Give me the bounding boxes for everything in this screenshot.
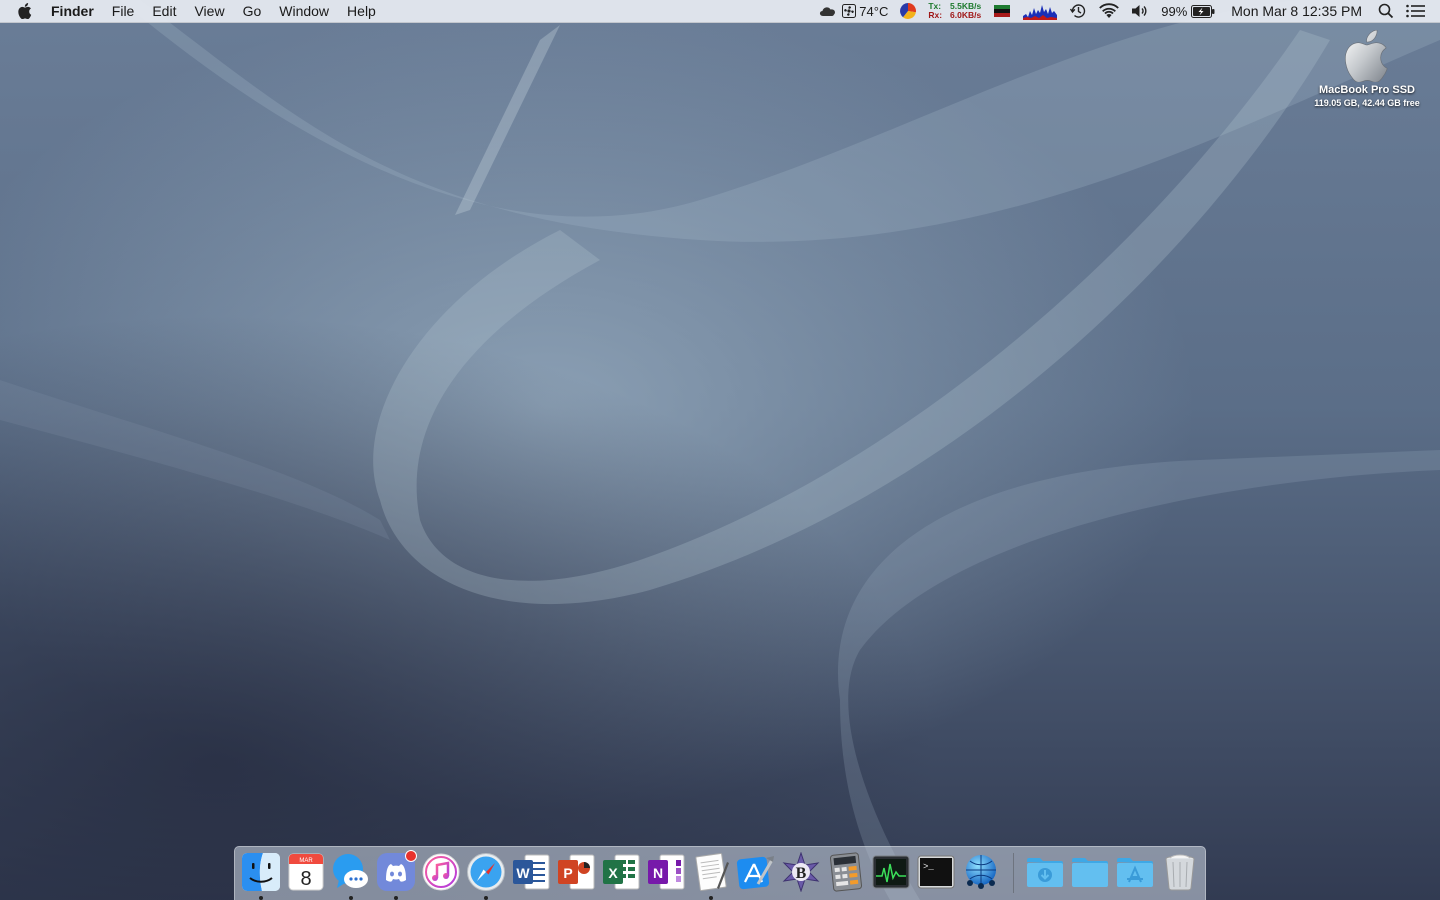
fan-temperature-status[interactable]: 74°C — [840, 0, 894, 22]
fan-icon — [842, 4, 857, 18]
time-machine-icon[interactable] — [1063, 0, 1093, 22]
desktop-wallpaper — [0, 0, 1440, 900]
battery-charging-icon — [1191, 4, 1215, 18]
menu-file[interactable]: File — [103, 0, 144, 22]
calendar-day: 8 — [300, 868, 311, 890]
trash-icon[interactable] — [1160, 852, 1200, 892]
dock-separator — [1013, 853, 1014, 893]
calendar-icon[interactable]: MAR 8 — [286, 852, 326, 892]
svg-text:P: P — [563, 865, 572, 881]
finder-icon[interactable] — [241, 852, 281, 900]
battery-status[interactable]: 99% — [1155, 0, 1221, 22]
menu-app-name[interactable]: Finder — [42, 0, 103, 22]
menu-bar: Finder File Edit View Go Window Help 74°… — [0, 0, 1440, 23]
downloads-folder-icon[interactable] — [1025, 852, 1065, 892]
svg-text:W: W — [516, 865, 530, 881]
terminal-icon[interactable]: >_ — [916, 852, 956, 892]
activity-monitor-icon[interactable] — [871, 852, 911, 892]
xcode-icon[interactable] — [736, 852, 776, 892]
documents-folder-icon[interactable] — [1070, 852, 1110, 892]
notification-center-icon[interactable] — [1400, 0, 1440, 22]
menu-go[interactable]: Go — [234, 0, 271, 22]
desktop-drive[interactable]: MacBook Pro SSD 119.05 GB, 42.44 GB free — [1300, 30, 1434, 108]
network-app-icon[interactable] — [961, 852, 1001, 892]
cloud-icon[interactable] — [812, 0, 840, 22]
running-indicator — [259, 896, 263, 900]
network-rate-status[interactable]: Tx: Rx: 5.5KB/s 6.0KB/s — [922, 0, 987, 22]
running-indicator — [349, 896, 353, 900]
dock: MAR 8 W P X N B >_ — [234, 846, 1206, 900]
rx-label: Rx: — [928, 10, 943, 20]
svg-text:N: N — [653, 865, 663, 881]
spotlight-search-icon[interactable] — [1372, 0, 1400, 22]
svg-text:X: X — [608, 865, 618, 881]
bbedit-icon[interactable]: B — [781, 852, 821, 892]
running-indicator — [484, 896, 488, 900]
discord-icon[interactable] — [376, 850, 417, 900]
onenote-icon[interactable]: N — [646, 852, 686, 892]
running-indicator — [709, 896, 713, 900]
memory-meter-icon[interactable] — [987, 0, 1017, 22]
excel-icon[interactable]: X — [601, 852, 641, 892]
running-indicator — [394, 896, 398, 900]
menu-edit[interactable]: Edit — [143, 0, 185, 22]
powerpoint-icon[interactable]: P — [556, 852, 596, 892]
drive-info: 119.05 GB, 42.44 GB free — [1314, 98, 1420, 108]
applications-folder-icon[interactable] — [1115, 852, 1155, 892]
calendar-month: MAR — [299, 858, 313, 864]
textedit-icon[interactable] — [691, 852, 731, 900]
battery-percent: 99% — [1161, 3, 1188, 19]
svg-text:>_: >_ — [923, 862, 934, 872]
menu-view[interactable]: View — [185, 0, 233, 22]
cpu-graph-icon[interactable] — [1017, 0, 1063, 22]
calculator-icon[interactable] — [826, 852, 866, 892]
temperature-value: 74°C — [859, 3, 889, 19]
clock[interactable]: Mon Mar 8 12:35 PM — [1221, 0, 1372, 22]
itunes-icon[interactable] — [421, 852, 461, 892]
notification-badge — [405, 850, 417, 862]
messenger-icon[interactable] — [331, 852, 371, 900]
safari-icon[interactable] — [466, 852, 506, 900]
color-wheel-icon[interactable] — [894, 0, 922, 22]
apple-logo-icon — [1345, 30, 1388, 82]
rx-rate: 6.0KB/s — [950, 10, 982, 20]
word-icon[interactable]: W — [511, 852, 551, 892]
volume-icon[interactable] — [1125, 0, 1155, 22]
menu-help[interactable]: Help — [338, 0, 385, 22]
drive-name: MacBook Pro SSD — [1319, 84, 1415, 96]
wifi-icon[interactable] — [1093, 0, 1125, 22]
menu-window[interactable]: Window — [270, 0, 338, 22]
svg-text:B: B — [796, 865, 807, 882]
apple-menu-icon[interactable] — [0, 0, 42, 22]
